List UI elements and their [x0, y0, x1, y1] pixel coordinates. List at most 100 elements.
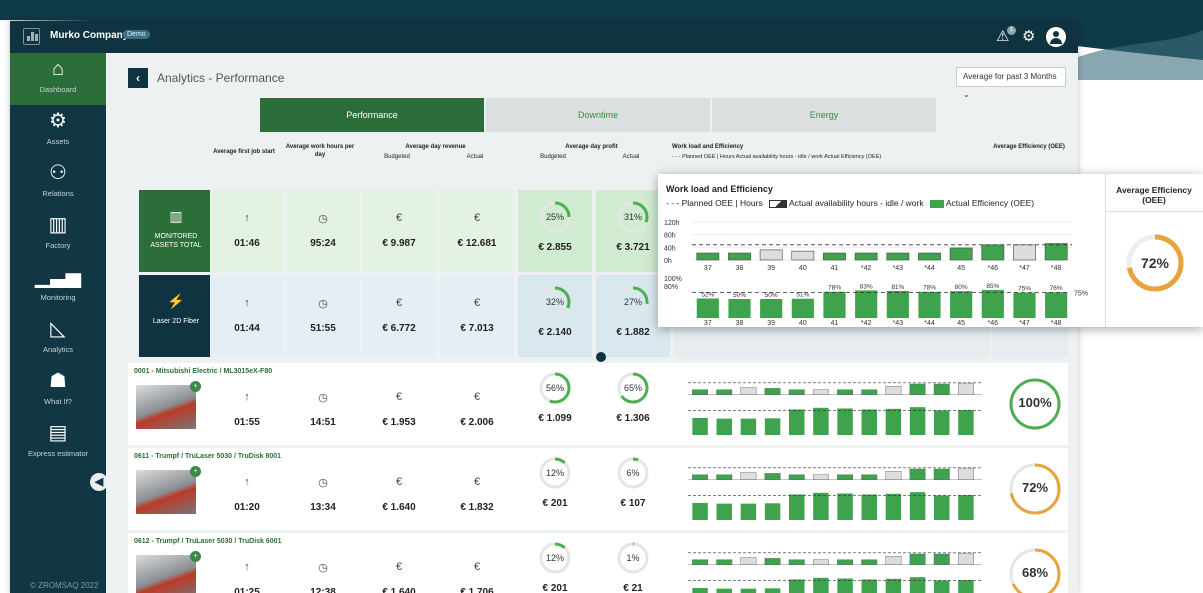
category-label: *47 [1019, 265, 1030, 272]
header-revenue-actual: Actual [466, 154, 484, 160]
estimator-icon: ▤ [48, 422, 68, 444]
sidebar-item-dashboard[interactable]: ⌂ Dashboard [10, 53, 106, 105]
cell-profit_budget: 12% € 201 [518, 448, 592, 530]
oee-bar [789, 494, 805, 520]
home-icon: ⌂ [51, 58, 65, 80]
ring-label: 56% [546, 383, 564, 393]
factory-icon: ▥ [48, 214, 68, 236]
demo-badge: Demo [123, 30, 150, 39]
zoom-icon[interactable]: + [190, 466, 201, 477]
asset-photo [136, 385, 196, 429]
cell-rev_actual: € € 12.681 [440, 190, 514, 272]
cell-value: 01:46 [234, 238, 260, 249]
hours-tick: 120h [664, 220, 680, 227]
oee-data-label: 85% [986, 283, 999, 290]
cell-profit_actual: 1% € 21 [596, 533, 670, 593]
hours-bar [918, 252, 941, 261]
sidebar-item-analytics[interactable]: ◺ Analytics [10, 313, 106, 365]
back-button[interactable]: ‹ [128, 68, 148, 88]
category-label: *44 [924, 320, 935, 326]
cell-first_job: ↑ 01:25 [210, 547, 284, 593]
laser-icon: ⚡ [167, 293, 185, 309]
oee-data-label: 81% [891, 284, 904, 291]
zoom-icon[interactable]: + [190, 551, 201, 562]
sidebar-item-label: Express estimator [27, 449, 89, 458]
sidebar-item-assets[interactable]: ⚙ Assets [10, 105, 106, 157]
zoom-icon[interactable]: + [190, 381, 201, 392]
cell-value: € 1.099 [538, 413, 572, 424]
hours-bar [885, 470, 902, 480]
tab-downtime[interactable]: Downtime [486, 98, 710, 132]
oee-bar [958, 495, 974, 520]
oee-bar [885, 578, 902, 593]
oee-bar [950, 291, 973, 318]
sidebar-item-label: Monitoring [40, 293, 76, 302]
summary-label-text: Laser 2D Fiber [152, 318, 200, 325]
cell-rev_budget: € € 1.640 [362, 547, 436, 593]
profit-ring: 31% [617, 201, 649, 233]
oee-bar [764, 588, 781, 593]
sidebar-item-monitoring[interactable]: ▁▃▅ Monitoring [10, 261, 106, 313]
summary-label-block: ▥ MONITORED ASSETS TOTAL [139, 190, 213, 272]
popup-legend: - - - Planned OEE | Hours Actual availab… [666, 198, 1034, 208]
oee-bar [789, 409, 805, 435]
cell-value: € 21 [623, 583, 643, 593]
clock-icon: ◷ [318, 392, 328, 404]
period-select[interactable]: Average for past 3 Months ⌄ [956, 67, 1066, 99]
oee-bar [760, 299, 783, 318]
sidebar-item-factory[interactable]: ▥ Factory [10, 209, 106, 261]
header-revenue-budget: Budgeted [384, 154, 410, 160]
asset-name: 0612 - Trumpf / TruLaser 5030 / TruDisk … [134, 538, 282, 545]
collapse-summary-button[interactable] [596, 352, 606, 362]
hours-bar [885, 555, 902, 565]
sidebar-item-express-estimator[interactable]: ▤ Express estimator [10, 417, 106, 469]
hours-bar [1013, 244, 1036, 261]
cell-value: 95:24 [310, 238, 336, 249]
oee-bar [909, 577, 926, 593]
oee-bar [861, 409, 877, 435]
tab-performance[interactable]: Performance [260, 98, 484, 132]
hours-bar [861, 474, 878, 480]
oee-bar [813, 577, 829, 593]
legend-planned: - - - Planned OEE | Hours [666, 198, 763, 208]
cell-rev_budget: € € 1.953 [362, 377, 436, 445]
tab-energy[interactable]: Energy [712, 98, 936, 132]
pct-tick: 100% [664, 276, 682, 283]
ring-label: 12% [546, 553, 564, 563]
oee-data-label: 78% [828, 285, 841, 292]
start-arrow-icon: ↑ [244, 561, 250, 573]
hours-bar [692, 389, 709, 395]
start-arrow-icon: ↑ [244, 212, 250, 224]
start-arrow-icon: ↑ [244, 391, 250, 403]
oee-bar [958, 580, 974, 593]
oee-bar [740, 418, 757, 435]
cell-value: 01:20 [234, 502, 260, 513]
relations-icon: ⚇ [49, 162, 67, 184]
hours-bar [886, 252, 910, 261]
asset-oee-ring: 68% [1009, 548, 1061, 593]
oee-bar [764, 418, 781, 435]
ring-label: 65% [624, 383, 642, 393]
hours-bar [933, 383, 950, 395]
hours-bar [861, 559, 878, 565]
sidebar-item-label: Relations [42, 189, 74, 198]
popup-oee-header: Average Efficiency (OEE) [1105, 174, 1203, 212]
user-avatar[interactable] [1046, 27, 1066, 47]
hours-bar [909, 468, 926, 480]
sidebar-item-relations[interactable]: ⚇ Relations [10, 157, 106, 209]
oee-bar [692, 587, 708, 593]
settings-gear-icon[interactable]: ⚙ [1022, 27, 1035, 47]
ring-label: 25% [546, 212, 564, 222]
oee-bar [1013, 292, 1036, 318]
hours-bar [740, 472, 757, 480]
ring-label: 100% [1018, 395, 1052, 410]
sidebar-item-what-if[interactable]: ☗ What If? [10, 365, 106, 417]
oee-bar [1045, 292, 1068, 318]
cell-value: € 2.855 [538, 242, 572, 253]
start-arrow-icon: ↑ [244, 297, 250, 309]
hours-bar [692, 559, 709, 565]
hours-bar [957, 382, 974, 395]
oee-data-label: 50% [765, 292, 778, 299]
whatif-icon: ☗ [49, 370, 67, 392]
company-name: Murko Company [50, 30, 129, 41]
